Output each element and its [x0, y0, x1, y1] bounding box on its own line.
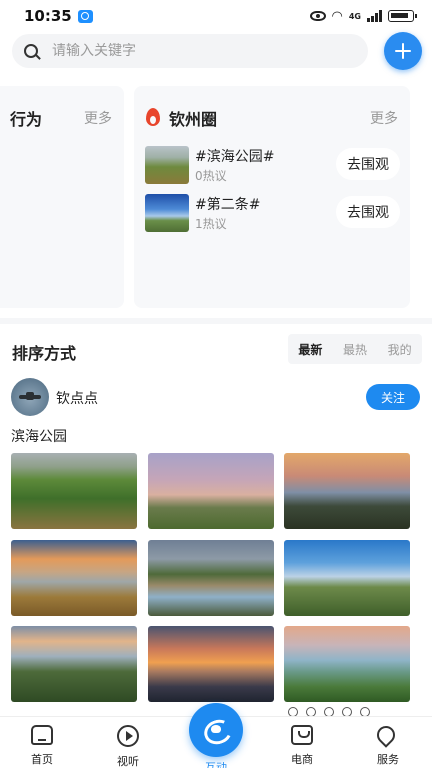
status-time: 10:35 [24, 7, 72, 25]
card-left-more-link[interactable]: 更多 [84, 108, 112, 128]
go-watch-button[interactable]: 去围观 [336, 196, 400, 228]
interact-icon [201, 717, 231, 743]
search-icon [24, 44, 38, 58]
post-photo[interactable] [11, 540, 137, 616]
search-input[interactable] [52, 43, 332, 59]
add-button[interactable] [384, 32, 422, 70]
topic-card-left[interactable]: 行为 更多 [0, 86, 124, 308]
topic-count: 0热议 [195, 169, 227, 183]
topic-item[interactable]: #滨海公园# 0热议 去围观 [145, 146, 400, 184]
author-name[interactable]: 钦点点 [56, 388, 98, 408]
nav-item-shop[interactable]: 电商 [272, 725, 332, 768]
nav-label-interact[interactable]: 互动 [189, 759, 243, 768]
topic-cards: 行为 更多 钦州圈 更多 #滨海公园# 0热议 去围观 #第二条# 1热议 去围… [0, 82, 432, 312]
status-bar: 10:35 ◠ 4G [0, 0, 432, 32]
nav-label: 首页 [31, 753, 53, 766]
topic-name: #滨海公园# [195, 149, 275, 165]
sort-tab-latest[interactable]: 最新 [298, 341, 322, 358]
post-photo[interactable] [284, 626, 410, 702]
post-photo[interactable] [148, 626, 274, 702]
eye-icon [309, 11, 326, 21]
post-title[interactable]: 滨海公园 [11, 426, 67, 446]
search-row [12, 32, 422, 70]
card-right-title: 钦州圈 [169, 110, 218, 129]
app-notification-icon [77, 9, 93, 23]
signal-icon [367, 10, 382, 22]
video-play-icon [117, 725, 139, 747]
network-type: 4G [348, 11, 361, 21]
topic-item[interactable]: #第二条# 1热议 去围观 [145, 194, 400, 232]
bottom-nav: 首页 视听 互动 电商 服务 [0, 703, 432, 768]
battery-icon [388, 10, 417, 22]
topic-count: 1热议 [195, 217, 227, 231]
nav-item-interact[interactable] [189, 703, 243, 757]
sort-title: 排序方式 [12, 344, 77, 363]
sort-row: 排序方式 最新 最热 我的 [0, 326, 432, 370]
section-divider [0, 318, 432, 324]
nav-label: 电商 [291, 753, 313, 766]
post-photo[interactable] [284, 453, 410, 529]
go-watch-button[interactable]: 去围观 [336, 148, 400, 180]
nav-label: 服务 [377, 753, 399, 766]
topic-thumbnail [145, 194, 189, 232]
service-icon [376, 725, 400, 745]
shopping-bag-icon [291, 725, 313, 745]
post-photo[interactable] [11, 453, 137, 529]
topic-name: #第二条# [195, 197, 261, 213]
post-photo[interactable] [11, 626, 137, 702]
post-photo[interactable] [284, 540, 410, 616]
card-left-title: 行为 [10, 110, 43, 129]
post-photo[interactable] [148, 453, 274, 529]
nav-item-home[interactable]: 首页 [12, 725, 72, 768]
sort-tab-hottest[interactable]: 最热 [343, 341, 367, 358]
nav-item-service[interactable]: 服务 [358, 725, 418, 768]
status-icons: ◠ 4G [309, 8, 417, 24]
sort-tab-mine[interactable]: 我的 [388, 341, 412, 358]
nav-item-video[interactable]: 视听 [98, 725, 158, 768]
home-icon [31, 725, 53, 745]
follow-button[interactable]: 关注 [366, 384, 420, 410]
post-photo[interactable] [148, 540, 274, 616]
author-avatar[interactable] [11, 378, 49, 416]
nav-label: 视听 [117, 755, 139, 768]
plus-icon [395, 43, 411, 59]
search-box[interactable] [12, 34, 368, 68]
wifi-icon: ◠ [331, 8, 343, 24]
sort-tabs: 最新 最热 我的 [288, 334, 422, 364]
flame-icon [146, 108, 160, 126]
topic-thumbnail [145, 146, 189, 184]
topic-card-qinzhou[interactable]: 钦州圈 更多 #滨海公园# 0热议 去围观 #第二条# 1热议 去围观 [134, 86, 410, 308]
card-right-more-link[interactable]: 更多 [370, 108, 398, 128]
